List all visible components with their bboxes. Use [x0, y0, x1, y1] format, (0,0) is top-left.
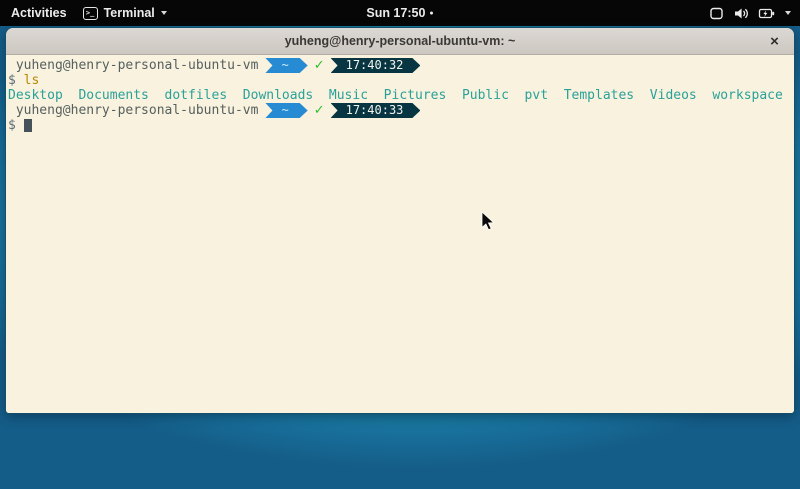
top-bar-left: Activities >_ Terminal: [11, 6, 167, 20]
clock-menu[interactable]: Sun 17:50 ●: [366, 0, 433, 26]
directory-listing: Desktop Documents dotfiles Downloads Mus…: [8, 88, 783, 103]
desktop: Activities >_ Terminal Sun 17:50 ●: [0, 0, 800, 489]
prompt-user-host: yuheng@henry-personal-ubuntu-vm: [8, 103, 258, 118]
window-titlebar[interactable]: yuheng@henry-personal-ubuntu-vm: ~ ×: [6, 28, 794, 55]
prompt-cwd-badge: ~: [265, 103, 307, 118]
prompt-time-badge: 17:40:32: [331, 58, 421, 73]
top-bar: Activities >_ Terminal Sun 17:50 ●: [0, 0, 800, 26]
terminal-window: yuheng@henry-personal-ubuntu-vm: ~ × yuh…: [6, 28, 794, 413]
terminal-icon: >_: [83, 7, 98, 20]
notification-dot: ●: [429, 10, 433, 17]
window-title: yuheng@henry-personal-ubuntu-vm: ~: [285, 34, 516, 48]
app-menu-label: Terminal: [104, 6, 155, 20]
chevron-down-icon: [785, 11, 791, 15]
chevron-down-icon: [161, 11, 167, 15]
command-line: $ ls: [8, 73, 792, 88]
app-menu[interactable]: >_ Terminal: [83, 6, 167, 20]
status-check-icon: ✓: [314, 58, 325, 73]
prompt-line: yuheng@henry-personal-ubuntu-vm ~ ✓ 17:4…: [8, 103, 792, 118]
ls-output-line: Desktop Documents dotfiles Downloads Mus…: [8, 88, 792, 103]
network-icon: [709, 6, 724, 21]
volume-icon: [733, 6, 749, 21]
prompt-symbol: $: [8, 118, 24, 133]
terminal-cursor: [24, 119, 32, 132]
prompt-cwd-badge: ~: [265, 58, 307, 73]
prompt-symbol: $: [8, 73, 24, 88]
status-check-icon: ✓: [314, 103, 325, 118]
mouse-pointer-icon: [481, 211, 497, 233]
typed-command: ls: [24, 73, 40, 88]
clock-label: Sun 17:50: [366, 6, 425, 20]
activities-button[interactable]: Activities: [11, 6, 67, 20]
command-line: $: [8, 118, 792, 133]
close-icon[interactable]: ×: [764, 31, 785, 52]
system-menu[interactable]: [709, 6, 791, 21]
prompt-time-badge: 17:40:33: [331, 103, 421, 118]
battery-charging-icon: [758, 6, 776, 21]
prompt-line: yuheng@henry-personal-ubuntu-vm ~ ✓ 17:4…: [8, 58, 792, 73]
prompt-user-host: yuheng@henry-personal-ubuntu-vm: [8, 58, 258, 73]
terminal-screen[interactable]: yuheng@henry-personal-ubuntu-vm ~ ✓ 17:4…: [6, 56, 794, 413]
